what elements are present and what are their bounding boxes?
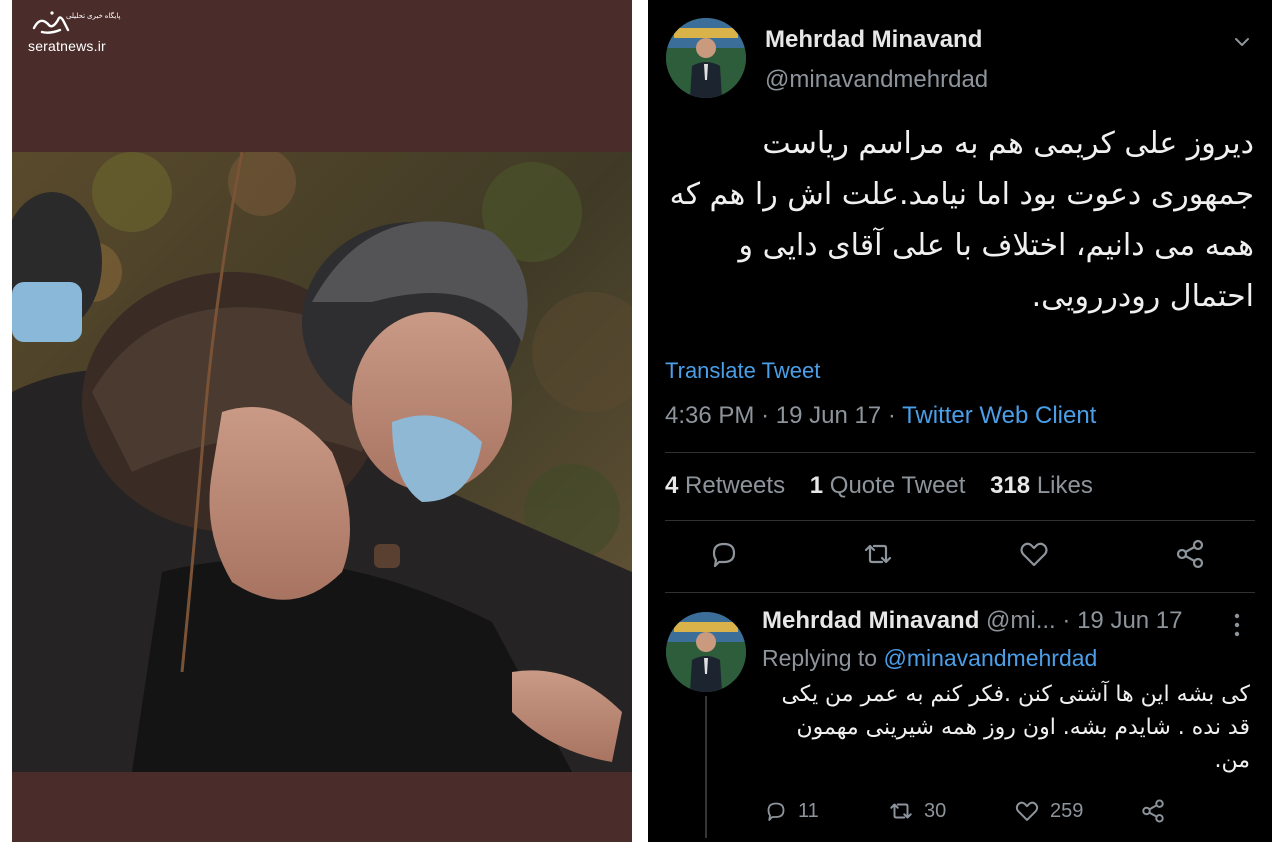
reply-retweet-action[interactable]: 30 <box>888 798 946 824</box>
like-icon <box>1015 801 1039 821</box>
seratnews-watermark: پایگاه خبری تحلیلی seratnews.ir <box>20 6 140 56</box>
tweet-actions <box>648 532 1272 580</box>
tweet-meta: 4:36 PM · 19 Jun 17 · Twitter Web Client <box>665 402 1096 430</box>
reply-retweet-count: 30 <box>924 799 947 822</box>
meta-separator: · <box>887 402 896 429</box>
tweet-time: 4:36 PM <box>665 402 755 429</box>
divider-line <box>665 592 1255 593</box>
tweet-source-link[interactable]: Twitter Web Client <box>902 402 1096 429</box>
meta-separator: · <box>761 402 770 429</box>
translate-tweet-link[interactable]: Translate Tweet <box>665 358 820 384</box>
panel-divider <box>632 0 648 842</box>
retweet-icon[interactable] <box>862 538 894 570</box>
replying-to-prefix: Replying to <box>762 645 878 671</box>
retweets-stat[interactable]: 4 Retweets <box>665 472 785 499</box>
quote-tweets-stat[interactable]: 1 Quote Tweet <box>810 472 966 499</box>
tweet-date: 19 Jun 17 <box>775 402 882 429</box>
embrace-photo <box>12 152 632 772</box>
reply-reply-action[interactable]: 11 <box>764 798 819 824</box>
reply-author-avatar[interactable] <box>666 612 746 692</box>
reply-actions: 11 30 259 <box>648 794 1272 828</box>
reply-like-action[interactable]: 259 <box>1014 798 1083 824</box>
reply-like-count: 259 <box>1050 799 1084 822</box>
watermark-tagline: پایگاه خبری تحلیلی <box>66 13 121 20</box>
reply-handle[interactable]: @mi... <box>986 607 1056 634</box>
reply-separator: · <box>1062 607 1071 634</box>
reply-header: Mehrdad Minavand @mi... · 19 Jun 17 <box>762 607 1183 635</box>
chevron-down-icon[interactable] <box>1232 32 1252 52</box>
author-avatar[interactable] <box>666 18 746 98</box>
more-options-icon[interactable] <box>1230 612 1244 638</box>
news-photo-panel: پایگاه خبری تحلیلی seratnews.ir <box>12 0 632 842</box>
reply-icon <box>767 802 785 821</box>
like-icon[interactable] <box>1018 538 1050 570</box>
author-handle[interactable]: @minavandmehrdad <box>765 66 988 94</box>
reply-date[interactable]: 19 Jun 17 <box>1077 607 1182 634</box>
divider-line <box>665 452 1255 453</box>
replying-to-line: Replying to @minavandmehrdad <box>762 645 1097 672</box>
tweet-text: دیروز علی کریمی هم به مراسم ریاست جمهوری… <box>669 126 1254 314</box>
tweet-stats: 4 Retweets 1 Quote Tweet 318 Likes <box>665 472 1111 500</box>
reply-icon[interactable] <box>708 538 740 570</box>
share-icon <box>1142 799 1164 823</box>
share-icon[interactable] <box>1174 538 1206 570</box>
reply-share-action[interactable] <box>1140 798 1176 824</box>
watermark-site: seratnews.ir <box>28 38 106 54</box>
likes-stat[interactable]: 318 Likes <box>990 472 1093 499</box>
author-display-name[interactable]: Mehrdad Minavand <box>765 26 982 54</box>
reply-text: کی بشه این ها آشتی کنن .فکر کنم به عمر م… <box>781 682 1250 773</box>
divider-line <box>665 520 1255 521</box>
reply-display-name[interactable]: Mehrdad Minavand <box>762 607 979 634</box>
tweet-screenshot: Mehrdad Minavand @minavandmehrdad دیروز … <box>648 0 1272 842</box>
reply-reply-count: 11 <box>798 799 819 822</box>
retweet-icon <box>890 803 912 819</box>
replying-to-mention[interactable]: @minavandmehrdad <box>883 645 1097 671</box>
